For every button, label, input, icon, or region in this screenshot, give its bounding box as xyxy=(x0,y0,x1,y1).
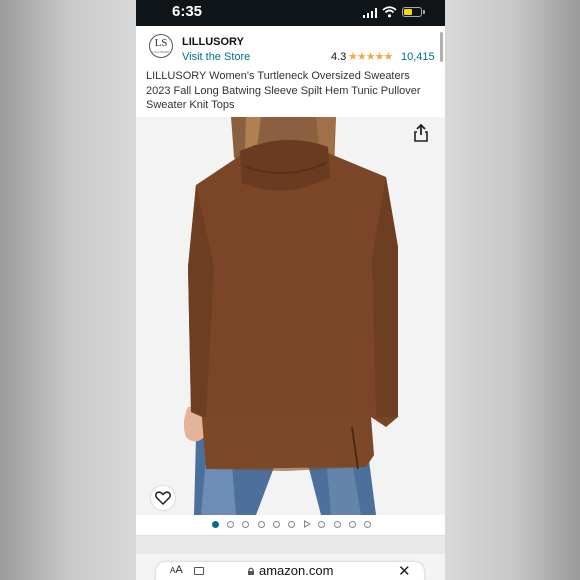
carousel-dot[interactable] xyxy=(227,521,235,528)
close-icon[interactable]: ✕ xyxy=(398,562,411,580)
carousel-dot[interactable] xyxy=(318,521,326,528)
carousel-dot[interactable] xyxy=(348,521,356,528)
brand-logo[interactable]: LS LILLUSORY xyxy=(149,34,173,58)
carousel-dot[interactable] xyxy=(257,521,265,528)
sweater-photo xyxy=(136,117,445,515)
status-bar: 6:35 xyxy=(136,0,445,26)
image-carousel-dots xyxy=(136,515,445,535)
star-rating[interactable]: ★★★★★ xyxy=(348,50,393,63)
status-time: 6:35 xyxy=(172,3,203,20)
battery-icon xyxy=(402,7,422,17)
url-text: amazon.com xyxy=(259,563,334,578)
share-icon[interactable] xyxy=(410,122,432,144)
product-title: LILLUSORY Women's Turtleneck Oversized S… xyxy=(146,70,421,111)
heart-icon[interactable] xyxy=(151,486,175,510)
carousel-dot[interactable] xyxy=(288,521,295,528)
extension-icon[interactable] xyxy=(194,567,204,575)
carousel-dot[interactable] xyxy=(333,521,341,528)
review-count-link[interactable]: 10,415 xyxy=(401,51,435,63)
visit-store-link[interactable]: Visit the Store xyxy=(182,51,250,63)
stars-glyphs: ★★★★★ xyxy=(348,51,393,63)
carousel-dot[interactable] xyxy=(212,521,219,528)
signal-icon xyxy=(363,8,377,18)
brand-name: LILLUSORY xyxy=(182,36,244,48)
carousel-dot[interactable] xyxy=(272,521,280,528)
brand-row: LS LILLUSORY LILLUSORY Visit the Store 4… xyxy=(136,26,445,68)
section-divider xyxy=(136,535,445,554)
browser-toolbar: AA amazon.com ✕ xyxy=(136,554,445,580)
carousel-video-dot[interactable] xyxy=(304,520,312,528)
address-bar[interactable]: AA amazon.com ✕ xyxy=(156,562,424,580)
wifi-icon xyxy=(382,6,397,18)
lock-icon xyxy=(248,567,254,575)
phone-screen: 6:35 LS LILLUSORY LILLUSORY Visit the St… xyxy=(136,0,445,580)
carousel-dot[interactable] xyxy=(242,521,250,528)
text-size-button[interactable]: AA xyxy=(170,564,183,576)
product-image[interactable] xyxy=(136,117,445,515)
scroll-indicator xyxy=(440,32,443,62)
rating-value: 4.3 xyxy=(331,51,347,63)
carousel-dot[interactable] xyxy=(364,521,371,528)
